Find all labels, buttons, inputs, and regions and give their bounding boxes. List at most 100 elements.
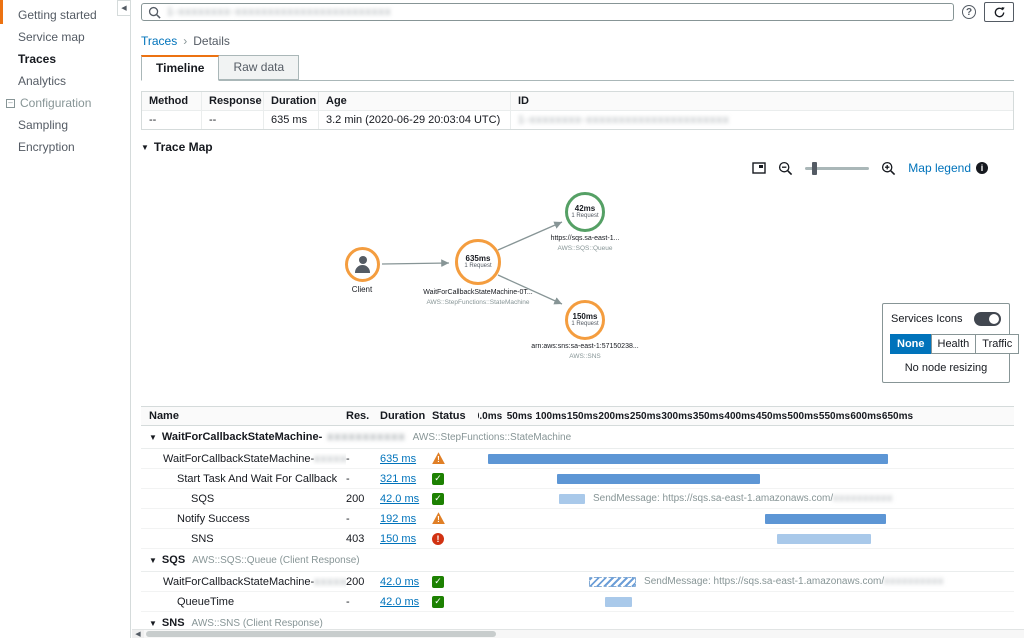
sidebar-item-getting-started[interactable]: Getting started [0,4,130,26]
segment-response-code: - [346,513,380,525]
redacted-text: xxxxxxxxxxx [314,453,346,465]
fit-window-icon [752,162,766,174]
timeline-row[interactable]: Notify Success-192 ms! [141,509,1014,529]
timeline-chart-cell [478,469,1014,488]
timeline-bar[interactable] [589,577,636,587]
segment-duration-link[interactable]: 635 ms [380,453,416,465]
timeline-row[interactable]: WaitForCallbackStateMachine-xxxxxxxxxxx-… [141,449,1014,469]
summary-header-method: Method [142,92,202,111]
horizontal-scrollbar[interactable]: ◀ [132,629,1024,638]
zoom-in-icon [881,161,896,176]
status-error-icon: ! [432,533,444,545]
timeline-bar[interactable] [765,514,886,524]
segment-duration-link[interactable]: 42.0 ms [380,576,419,588]
trace-search-input[interactable]: 1-xxxxxxxx-xxxxxxxxxxxxxxxxxxxxxxxx [141,3,954,21]
trace-map-canvas: Client 635ms 1 Request WaitForCallbackSt… [141,180,1014,398]
segment-duration-link[interactable]: 321 ms [380,473,416,485]
sidebar-item-label: Configuration [20,96,91,110]
breadcrumb-traces-link[interactable]: Traces [141,34,177,48]
timeline-bar[interactable] [557,474,759,484]
timeline-group-header[interactable]: ▼WaitForCallbackStateMachine-xxxxxxxxxxx… [141,426,1014,449]
sidebar-accent-bar [0,0,3,24]
zoom-in-button[interactable] [881,161,896,176]
redacted-text: xxxxxxxxxxx [327,431,405,443]
status-ok-icon: ✓ [432,473,444,485]
group-name: ▼WaitForCallbackStateMachine-xxxxxxxxxxx [141,431,406,443]
timeline-chart-cell [478,592,1014,611]
segment-duration-link[interactable]: 192 ms [380,513,416,525]
timeline-row[interactable]: WaitForCallbackStateMachine-xxxxxxxxxxx2… [141,572,1014,592]
tab-raw-data[interactable]: Raw data [219,55,299,80]
fit-window-button[interactable] [752,162,766,174]
timeline-tick-label: 500ms [787,411,818,422]
map-node-state-machine[interactable]: 635ms 1 Request [455,239,501,285]
sidebar-item-sampling[interactable]: Sampling [0,114,130,136]
zoom-out-button[interactable] [778,161,793,176]
map-node-sqs[interactable]: 42ms 1 Request [565,192,605,232]
timeline-tick-label: 150ms [567,411,598,422]
trace-map-section-header[interactable]: ▼ Trace Map [141,140,1014,154]
collapse-group-icon[interactable]: ▼ [149,433,157,442]
sidebar-item-analytics[interactable]: Analytics [0,70,130,92]
segment-duration-link[interactable]: 42.0 ms [380,596,419,608]
timeline-ruler: 0.0ms50ms100ms150ms200ms250ms300ms350ms4… [478,407,1014,425]
segment-duration-link[interactable]: 42.0 ms [380,493,419,505]
main-content: 1-xxxxxxxx-xxxxxxxxxxxxxxxxxxxxxxxx ? Tr… [131,0,1024,638]
segment-status-cell: ✓ [432,492,478,505]
status-warning-icon: ! [432,512,445,524]
trace-map-title: Trace Map [154,140,213,154]
timeline-group-header[interactable]: ▼SQSAWS::SQS::Queue (Client Response) [141,549,1014,572]
segment-response-code: 200 [346,493,380,505]
timeline-bar[interactable] [488,454,888,464]
map-node-client[interactable] [345,247,380,282]
timeline-bar[interactable] [605,597,631,607]
collapse-group-icon[interactable]: ▼ [149,619,157,628]
node-name: https://sqs.sa-east-1... [551,234,620,244]
map-legend-link[interactable]: Map legend i [908,161,988,175]
segment-duration-link[interactable]: 150 ms [380,533,416,545]
mode-button-none[interactable]: None [890,334,932,354]
timeline-row[interactable]: SNS403150 ms! [141,529,1014,549]
map-node-sqs-label: https://sqs.sa-east-1... AWS::SQS::Queue [551,234,620,253]
mode-button-health[interactable]: Health [931,334,977,354]
segment-response-code: 403 [346,533,380,545]
timeline-row[interactable]: SQS20042.0 ms✓SendMessage: https://sqs.s… [141,489,1014,509]
zoom-out-icon [778,161,793,176]
timeline-row[interactable]: QueueTime-42.0 ms✓ [141,592,1014,612]
sidebar-item-encryption[interactable]: Encryption [0,136,130,158]
summary-value: 1-xxxxxxxx-xxxxxxxxxxxxxxxxxxxxxx [511,111,1013,129]
info-icon: i [976,162,988,174]
mode-button-traffic[interactable]: Traffic [975,334,1019,354]
help-icon[interactable]: ? [962,5,976,19]
timeline-tick-label: 200ms [598,411,629,422]
tab-timeline[interactable]: Timeline [141,55,219,81]
timeline-bar[interactable] [777,534,872,544]
collapse-group-icon[interactable]: ▼ [149,556,157,565]
sidebar-collapse-button[interactable]: ◀ [117,0,131,16]
map-legend-label: Map legend [908,161,971,175]
map-node-sns[interactable]: 150ms 1 Request [565,300,605,340]
timeline-bar[interactable] [559,494,585,504]
zoom-slider-handle[interactable] [812,162,817,175]
group-name: ▼SQS [141,554,185,566]
timeline-header: Name Res. Duration Status 0.0ms50ms100ms… [141,406,1014,426]
services-icons-toggle[interactable] [974,312,1001,326]
sidebar-item-label: Analytics [18,74,66,88]
sidebar-item-traces[interactable]: Traces [0,48,130,70]
zoom-slider[interactable] [805,167,869,170]
sidebar-item-configuration[interactable]: –Configuration [0,92,130,114]
segment-response-code: - [346,596,380,608]
segment-name: Notify Success [141,513,346,525]
scroll-left-icon[interactable]: ◀ [132,630,144,638]
summary-value: 635 ms [264,111,319,129]
scrollbar-thumb[interactable] [146,631,496,637]
refresh-button[interactable] [984,2,1014,22]
timeline-row[interactable]: Start Task And Wait For Callback-321 ms✓ [141,469,1014,489]
node-type: AWS::StepFunctions::StateMachine [423,298,532,307]
client-label: Client [352,285,372,294]
timeline-chart-cell: SendMessage: https://sqs.sa-east-1.amazo… [478,572,1014,591]
sidebar-item-service-map[interactable]: Service map [0,26,130,48]
collapse-trace-map-icon[interactable]: ▼ [141,143,149,152]
node-latency: 42ms [575,204,595,214]
summary-header-duration: Duration [264,92,319,111]
